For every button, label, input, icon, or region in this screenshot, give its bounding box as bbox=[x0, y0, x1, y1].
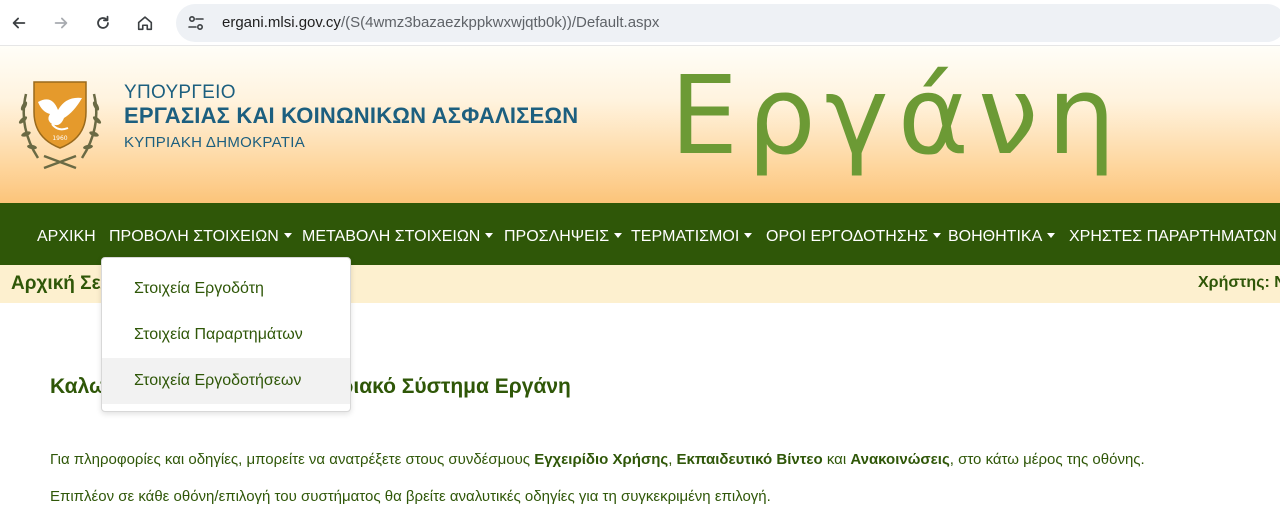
url-host: ergani.mlsi.gov.cy bbox=[222, 14, 341, 31]
nav-item-branch-users[interactable]: ΧΡΗΣΤΕΣ ΠΑΡΑΡΤΗΜΑΤΩΝ bbox=[1069, 203, 1277, 265]
nav-item-label: ΟΡΟΙ ΕΡΓΟΔΟΤΗΣΗΣ bbox=[766, 228, 929, 245]
paragraph-text: , bbox=[668, 451, 677, 468]
forward-icon[interactable] bbox=[48, 10, 74, 36]
nav-item-label: ΧΡΗΣΤΕΣ ΠΑΡΑΡΤΗΜΑΤΩΝ bbox=[1069, 228, 1277, 245]
ministry-line-1: ΥΠΟΥΡΓΕΙΟ bbox=[124, 82, 236, 103]
main-nav: ΑΡΧΙΚΗ ΠΡΟΒΟΛΗ ΣΤΟΙΧΕΙΩΝ ΜΕΤΑΒΟΛΗ ΣΤΟΙΧΕ… bbox=[0, 203, 1280, 265]
nav-item-label: ΒΟΗΘΗΤΙΚΑ bbox=[948, 228, 1043, 245]
nav-item-label: ΤΕΡΜΑΤΙΣΜΟΙ bbox=[631, 228, 740, 245]
caret-down-icon bbox=[485, 233, 494, 238]
dropdown-item-employment-details[interactable]: Στοιχεία Εργοδοτήσεων bbox=[102, 358, 350, 404]
caret-down-icon bbox=[614, 233, 623, 238]
cyprus-emblem-icon: 1960 bbox=[16, 72, 104, 172]
nav-item-modify-data[interactable]: ΜΕΤΑΒΟΛΗ ΣΤΟΙΧΕΙΩΝ bbox=[302, 203, 494, 265]
caret-down-icon bbox=[744, 233, 753, 238]
info-paragraph: Για πληροφορίες και οδηγίες, μπορείτε να… bbox=[50, 451, 1145, 468]
announcements-link[interactable]: Ανακοινώσεις bbox=[850, 451, 949, 468]
caret-down-icon bbox=[1047, 233, 1056, 238]
home-icon[interactable] bbox=[132, 10, 158, 36]
reload-icon[interactable] bbox=[90, 10, 116, 36]
paragraph-text: και bbox=[822, 451, 851, 468]
user-manual-link[interactable]: Εγχειρίδιο Χρήσης bbox=[534, 451, 668, 468]
browser-toolbar: ergani.mlsi.gov.cy/(S(4wmz3bazaezkppkwxw… bbox=[0, 0, 1280, 46]
caret-down-icon bbox=[283, 233, 292, 238]
site-header: 1960 ΥΠΟΥΡΓΕΙΟ ΕΡΓΑΣΙΑΣ ΚΑΙ ΚΟΙΝΩΝΙΚΩΝ Α… bbox=[0, 46, 1280, 203]
nav-item-auxiliary[interactable]: ΒΟΗΘΗΤΙΚΑ bbox=[948, 203, 1056, 265]
paragraph-text: , στο κάτω μέρος της οθόνης. bbox=[949, 451, 1145, 468]
url-path: /(S(4wmz3bazaezkppkwxwjqtb0k))/Default.a… bbox=[340, 14, 660, 31]
ministry-line-2: ΕΡΓΑΣΙΑΣ ΚΑΙ ΚΟΙΝΩΝΙΚΩΝ ΑΣΦΑΛΙΣΕΩΝ bbox=[124, 103, 579, 128]
nav-item-label: ΜΕΤΑΒΟΛΗ ΣΤΟΙΧΕΙΩΝ bbox=[302, 228, 481, 245]
training-video-link[interactable]: Εκπαιδευτικό Βίντεο bbox=[677, 451, 823, 468]
caret-down-icon bbox=[933, 233, 942, 238]
emblem-year: 1960 bbox=[52, 135, 67, 142]
nav-item-terminations[interactable]: ΤΕΡΜΑΤΙΣΜΟΙ bbox=[631, 203, 753, 265]
brand-logo[interactable]: Εργάνη bbox=[670, 54, 1125, 179]
back-icon[interactable] bbox=[6, 10, 32, 36]
nav-item-hirings[interactable]: ΠΡΟΣΛΗΨΕΙΣ bbox=[504, 203, 623, 265]
help-paragraph: Επιπλέον σε κάθε οθόνη/επιλογή του συστή… bbox=[50, 488, 771, 505]
nav-item-employment-terms[interactable]: ΟΡΟΙ ΕΡΓΟΔΟΤΗΣΗΣ bbox=[766, 203, 942, 265]
address-bar[interactable]: ergani.mlsi.gov.cy/(S(4wmz3bazaezkppkwxw… bbox=[176, 4, 1280, 42]
url-text[interactable]: ergani.mlsi.gov.cy/(S(4wmz3bazaezkppkwxw… bbox=[222, 14, 659, 31]
nav-item-label: ΠΡΟΣΛΗΨΕΙΣ bbox=[504, 228, 610, 245]
dropdown-item-branch-details[interactable]: Στοιχεία Παραρτημάτων bbox=[102, 312, 350, 358]
site-settings-icon[interactable] bbox=[186, 13, 206, 33]
view-data-dropdown: Στοιχεία Εργοδότη Στοιχεία Παραρτημάτων … bbox=[101, 257, 351, 412]
dropdown-item-employer-details[interactable]: Στοιχεία Εργοδότη bbox=[102, 266, 350, 312]
paragraph-text: Για πληροφορίες και οδηγίες, μπορείτε να… bbox=[50, 451, 535, 468]
user-label: Χρήστης: Ν bbox=[1198, 274, 1280, 291]
nav-item-label: ΠΡΟΒΟΛΗ ΣΤΟΙΧΕΙΩΝ bbox=[109, 228, 279, 245]
nav-item-label: ΑΡΧΙΚΗ bbox=[37, 228, 96, 245]
nav-item-view-data[interactable]: ΠΡΟΒΟΛΗ ΣΤΟΙΧΕΙΩΝ bbox=[109, 203, 292, 265]
ministry-line-3: ΚΥΠΡΙΑΚΗ ΔΗΜΟΚΡΑΤΙΑ bbox=[124, 134, 306, 151]
nav-item-home[interactable]: ΑΡΧΙΚΗ bbox=[37, 203, 96, 265]
